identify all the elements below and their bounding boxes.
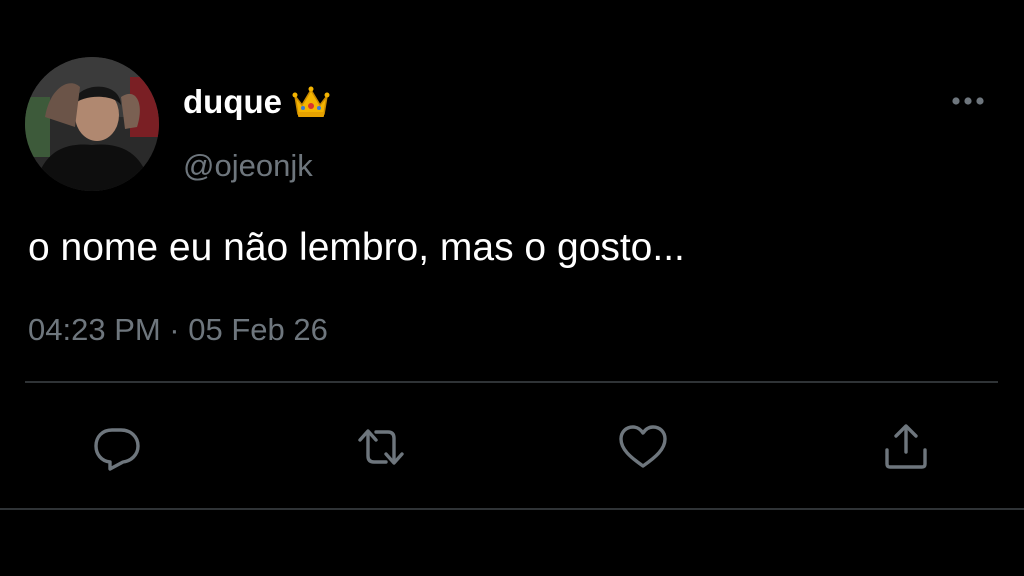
avatar-image (25, 57, 159, 191)
retweet-button[interactable] (354, 420, 408, 474)
retweet-icon (358, 429, 404, 465)
heart-icon (619, 425, 667, 468)
divider (25, 381, 998, 383)
reply-icon (94, 428, 140, 471)
crown-icon (292, 85, 330, 119)
share-icon (885, 424, 927, 469)
like-button[interactable] (616, 420, 670, 474)
tweet-detail: duque @ojeonjk o nome eu não lembro, mas… (0, 0, 1024, 576)
reply-button[interactable] (90, 420, 144, 474)
avatar[interactable] (25, 57, 159, 191)
divider (0, 508, 1024, 510)
share-button[interactable] (879, 420, 933, 474)
tweet-text: o nome eu não lembro, mas o gosto... (28, 226, 685, 269)
display-name[interactable]: duque (183, 82, 282, 122)
more-options-icon[interactable] (944, 86, 992, 116)
user-display-name-row[interactable]: duque (183, 82, 330, 122)
tweet-timestamp[interactable]: 04:23 PM · 05 Feb 26 (28, 309, 328, 351)
user-handle[interactable]: @ojeonjk (183, 146, 313, 186)
